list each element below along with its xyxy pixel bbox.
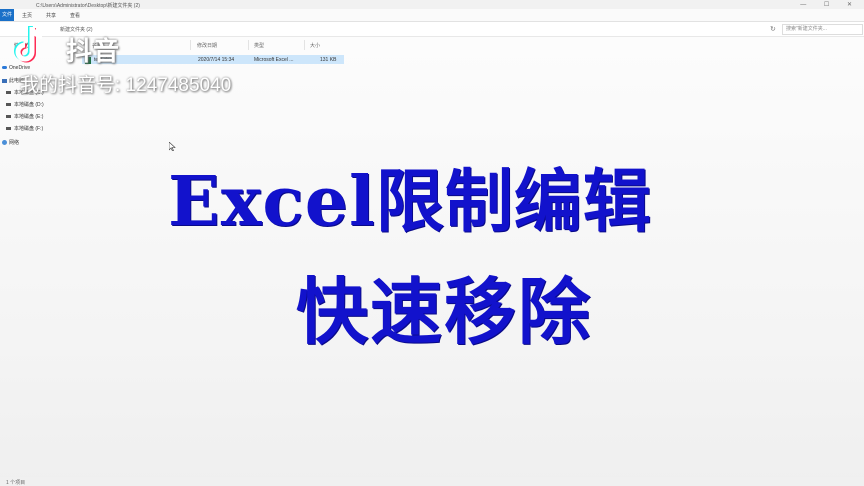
ribbon-tabs: 文件 主页 共享 查看: [0, 9, 864, 22]
status-bar: 1 个项目: [0, 477, 864, 486]
tiktok-logo-icon: [14, 26, 43, 63]
refresh-icon[interactable]: ↻: [770, 25, 776, 33]
address-row: 新建文件夹 (2) ↻ 搜索"新建文件夹...: [0, 22, 864, 37]
computer-icon: [2, 78, 7, 83]
drive-icon: [6, 91, 11, 95]
column-header-type[interactable]: 类型: [254, 42, 264, 49]
nav-item-network[interactable]: 网络: [2, 139, 19, 146]
column-divider[interactable]: [190, 40, 191, 50]
caption-line-1: Excel限制编辑: [168, 162, 652, 242]
file-size: 131 KB: [320, 57, 337, 63]
explorer-window: C:\Users\Administrator\Desktop\新建文件夹 (2)…: [0, 0, 864, 486]
search-input[interactable]: 搜索"新建文件夹...: [782, 24, 863, 35]
mouse-cursor-icon: [169, 142, 176, 151]
window-path: C:\Users\Administrator\Desktop\新建文件夹 (2): [36, 3, 140, 9]
network-icon: [2, 140, 7, 146]
cloud-icon: [2, 66, 7, 70]
status-text: 1 个项目: [6, 480, 26, 486]
nav-item-drive-d[interactable]: 本地磁盘 (D:): [6, 101, 44, 108]
tab-view[interactable]: 查看: [70, 12, 80, 19]
file-row[interactable]: test.xlsx 2020/7/14 15:34 Microsoft Exce…: [82, 55, 344, 64]
file-date: 2020/7/14 15:34: [198, 57, 235, 63]
column-divider[interactable]: [248, 40, 249, 50]
column-divider[interactable]: [304, 40, 305, 50]
window-controls[interactable]: — ☐ ✕: [800, 1, 860, 8]
nav-item-label: 网络: [9, 140, 20, 146]
title-bar: C:\Users\Administrator\Desktop\新建文件夹 (2)…: [0, 0, 864, 9]
tiktok-user-id: 我的抖音号: 1247485040: [20, 75, 232, 96]
column-header-date[interactable]: 修改日期: [197, 42, 217, 49]
column-header-size[interactable]: 大小: [310, 42, 320, 49]
nav-item-label: 本地磁盘 (F:): [14, 126, 44, 132]
nav-item-label: 本地磁盘 (E:): [14, 114, 44, 120]
nav-item-drive-f[interactable]: 本地磁盘 (F:): [6, 125, 43, 132]
tab-share[interactable]: 共享: [46, 12, 56, 19]
nav-item-drive-e[interactable]: 本地磁盘 (E:): [6, 113, 43, 120]
nav-item-label: 本地磁盘 (D:): [14, 102, 44, 108]
tab-file[interactable]: 文件: [0, 9, 14, 21]
drive-icon: [6, 127, 11, 131]
drive-icon: [6, 103, 11, 107]
drive-icon: [6, 115, 11, 119]
tab-home[interactable]: 主页: [22, 12, 32, 19]
file-type: Microsoft Excel ...: [254, 57, 294, 63]
tiktok-app-name: 抖音: [66, 36, 121, 66]
caption-line-2: 快速移除: [296, 269, 593, 354]
